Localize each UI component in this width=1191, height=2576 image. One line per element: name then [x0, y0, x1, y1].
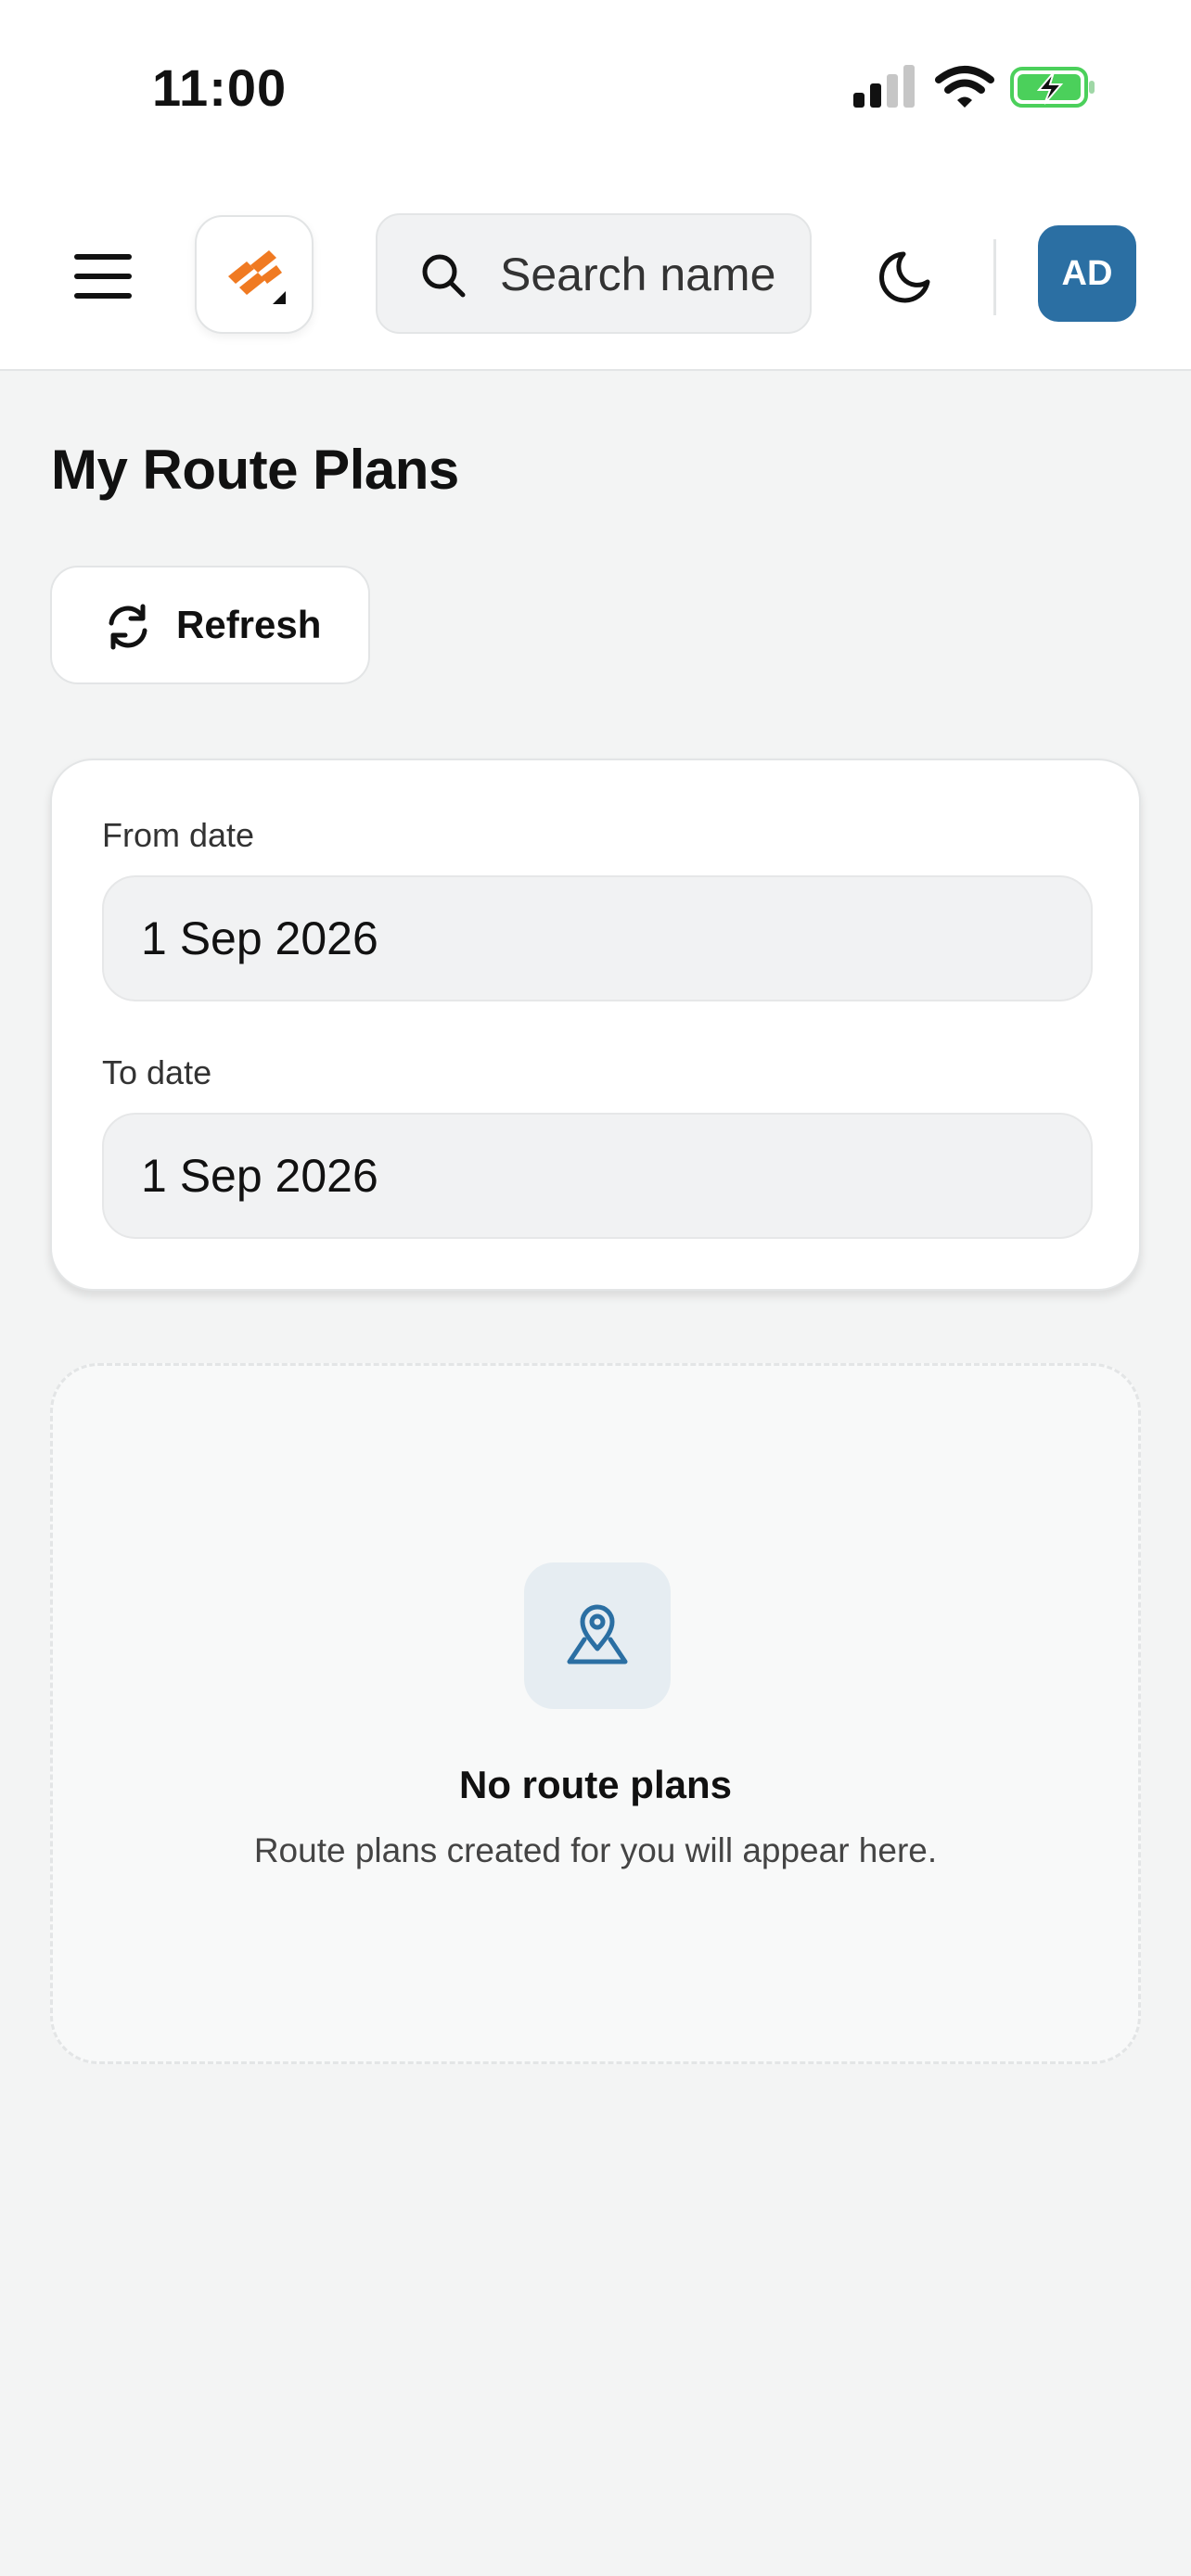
refresh-icon	[109, 604, 147, 650]
battery-charging-icon	[1010, 67, 1095, 108]
to-date-field[interactable]: 1 Sep 2026	[102, 1113, 1093, 1239]
empty-state: No route plans Route plans created for y…	[50, 1363, 1141, 2064]
from-date-label: From date	[102, 816, 255, 854]
avatar[interactable]: AD	[1038, 225, 1136, 322]
header-divider	[993, 239, 996, 315]
wifi-icon	[935, 66, 994, 108]
brand-logo[interactable]	[195, 215, 314, 334]
to-date-value: 1 Sep 2026	[141, 1150, 378, 1202]
to-date-label: To date	[102, 1053, 212, 1091]
status-bar: 11:00	[0, 0, 1191, 185]
page-title: My Route Plans	[51, 439, 459, 501]
empty-state-subtitle: Route plans created for you will appear …	[253, 1831, 938, 1869]
empty-state-icon-box	[524, 1562, 671, 1709]
moon-icon[interactable]	[876, 249, 933, 306]
search-input[interactable]	[500, 241, 797, 308]
status-time: 11:00	[152, 58, 288, 117]
empty-state-title: No route plans	[458, 1763, 733, 1806]
brand-logo-icon	[228, 250, 286, 304]
search-icon	[422, 254, 466, 298]
hamburger-menu-icon[interactable]	[74, 250, 132, 302]
search-box[interactable]	[376, 213, 812, 334]
from-date-field[interactable]: 1 Sep 2026	[102, 875, 1093, 1001]
refresh-label: Refresh	[176, 603, 322, 646]
cellular-signal-icon	[853, 65, 915, 108]
app-header: AD	[0, 185, 1191, 371]
from-date-value: 1 Sep 2026	[141, 912, 378, 964]
refresh-button[interactable]: Refresh	[50, 566, 370, 684]
date-filter-card: From date 1 Sep 2026 To date 1 Sep 2026	[50, 759, 1141, 1291]
map-pin-icon	[567, 1604, 628, 1664]
